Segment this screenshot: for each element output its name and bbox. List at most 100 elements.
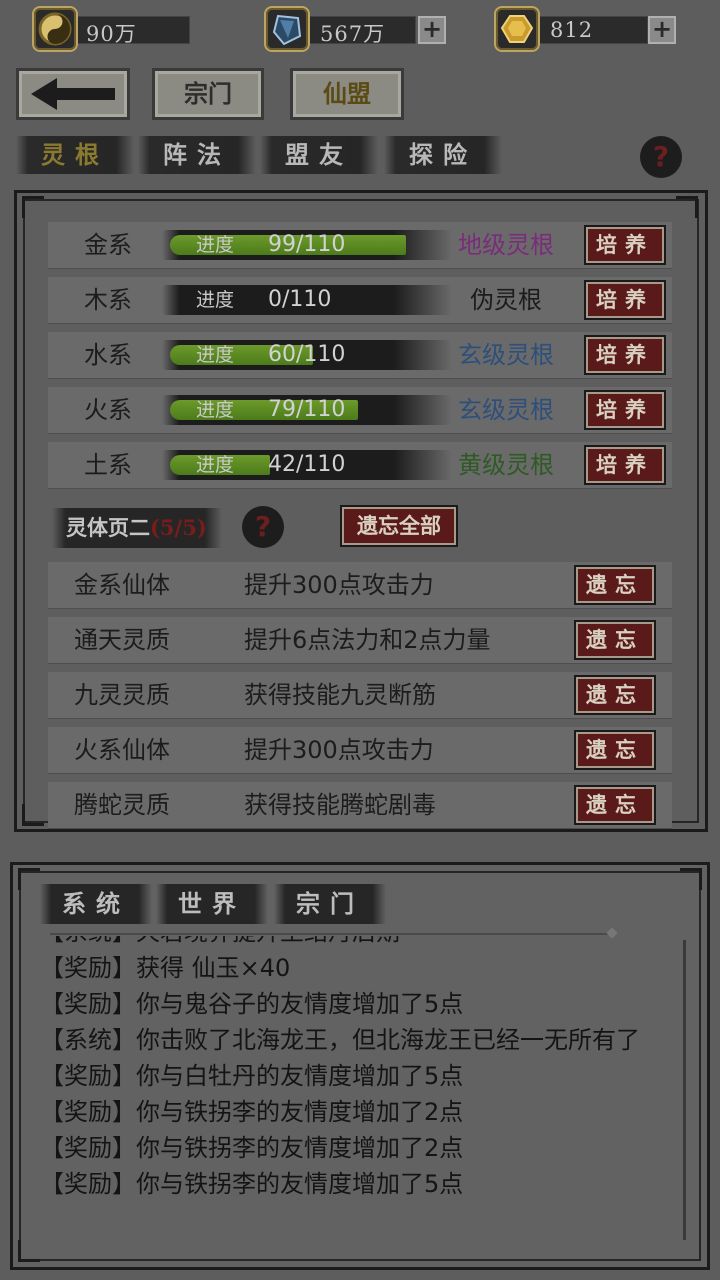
root-name: 木系	[84, 286, 132, 314]
chat-line: 【奖励】你与铁拐李的友情度增加了5点	[40, 1170, 464, 1198]
crystal-value: 567万	[320, 22, 386, 46]
root-grade: 黄级灵根	[458, 451, 554, 479]
root-name: 金系	[84, 231, 132, 259]
forget-button[interactable]: 遗忘	[574, 675, 656, 715]
trait-name: 火系仙体	[74, 736, 170, 764]
root-progress-label: 进度	[196, 289, 235, 311]
trait-name: 腾蛇灵质	[74, 791, 170, 819]
root-progress-value: 42/110	[268, 452, 346, 477]
chat-tab-sect[interactable]: 宗门	[274, 884, 386, 924]
root-progress-bar: 进度 60/110	[162, 340, 452, 370]
trait-description: 提升6点法力和2点力量	[244, 626, 491, 654]
root-progress-label: 进度	[196, 399, 235, 421]
chat-line: 【奖励】你与白牡丹的友情度增加了5点	[40, 1062, 464, 1090]
chat-log[interactable]: 【系统】天君境界提升至结丹后期 【奖励】获得 仙玉×40 【奖励】你与鬼谷子的友…	[40, 936, 660, 1246]
cultivate-button[interactable]: 培养	[584, 335, 666, 375]
coin-value: 90万	[86, 22, 137, 46]
section-count: (5/5)	[150, 515, 207, 540]
chat-corner	[18, 1240, 40, 1262]
chat-tab-world[interactable]: 世界	[156, 884, 268, 924]
trait-description: 获得技能腾蛇剧毒	[244, 791, 436, 819]
cultivate-button[interactable]: 培养	[584, 390, 666, 430]
root-progress-value: 0/110	[268, 287, 332, 312]
resource-bar: 90万 567万 + 812 +	[0, 0, 720, 62]
cultivate-button[interactable]: 培养	[584, 280, 666, 320]
root-grade: 地级灵根	[458, 231, 554, 259]
root-progress-bar: 进度 99/110	[162, 230, 452, 260]
back-arrow-icon	[31, 78, 115, 110]
section-title-text: 灵体页二	[66, 515, 150, 540]
root-name: 土系	[84, 451, 132, 479]
cultivate-button[interactable]: 培养	[584, 445, 666, 485]
forget-button[interactable]: 遗忘	[574, 785, 656, 825]
tab-explore[interactable]: 探险	[384, 136, 502, 174]
panel-corner	[676, 196, 698, 218]
root-name: 火系	[84, 396, 132, 424]
panel-corner	[22, 804, 44, 826]
spirit-body-row: 通天灵质 提升6点法力和2点力量 遗忘	[48, 617, 672, 663]
spirit-body-section-title: 灵体页二(5/5)	[52, 508, 222, 548]
spirit-body-row: 九灵灵质 获得技能九灵断筋 遗忘	[48, 672, 672, 718]
root-progress-value: 60/110	[268, 342, 346, 367]
forget-button[interactable]: 遗忘	[574, 565, 656, 605]
gold-jade-icon	[494, 6, 540, 52]
root-progress-bar: 进度 42/110	[162, 450, 452, 480]
root-progress-label: 进度	[196, 234, 235, 256]
root-progress-value: 79/110	[268, 397, 346, 422]
root-progress-value: 99/110	[268, 232, 346, 257]
resource-crystal: 567万 +	[264, 6, 448, 52]
trait-name: 通天灵质	[74, 626, 170, 654]
spirit-root-row: 金系 进度 99/110 地级灵根 培养	[48, 222, 672, 268]
tab-allies[interactable]: 盟友	[260, 136, 378, 174]
forget-button[interactable]: 遗忘	[574, 620, 656, 660]
root-grade: 伪灵根	[470, 286, 542, 314]
root-grade: 玄级灵根	[458, 341, 554, 369]
yin-yang-coin-icon	[32, 6, 78, 52]
section-help-icon[interactable]: ?	[242, 506, 284, 548]
add-crystal-button[interactable]: +	[418, 16, 446, 44]
chat-scrollbar[interactable]	[683, 940, 686, 1240]
spirit-root-row: 木系 进度 0/110 伪灵根 培养	[48, 277, 672, 323]
tabs-help-icon[interactable]: ?	[640, 136, 682, 178]
chat-line: 【奖励】你与鬼谷子的友情度增加了5点	[40, 990, 464, 1018]
spirit-body-row: 火系仙体 提升300点攻击力 遗忘	[48, 727, 672, 773]
add-gold-button[interactable]: +	[648, 16, 676, 44]
chat-line: 【奖励】你与铁拐李的友情度增加了2点	[40, 1134, 464, 1162]
panel-corner	[22, 196, 44, 218]
cultivate-button[interactable]: 培养	[584, 225, 666, 265]
root-progress-bar: 进度 79/110	[162, 395, 452, 425]
spirit-root-row: 火系 进度 79/110 玄级灵根 培养	[48, 387, 672, 433]
forget-button[interactable]: 遗忘	[574, 730, 656, 770]
sect-button[interactable]: 宗门	[152, 68, 264, 120]
chat-corner	[18, 868, 40, 890]
resource-gold: 812 +	[494, 6, 678, 52]
trait-name: 九灵灵质	[74, 681, 170, 709]
chat-line: 【奖励】你与铁拐李的友情度增加了2点	[40, 1098, 464, 1126]
gold-value: 812	[550, 18, 594, 42]
alliance-button[interactable]: 仙盟	[290, 68, 404, 120]
back-button[interactable]	[16, 68, 130, 120]
spirit-root-row: 水系 进度 60/110 玄级灵根 培养	[48, 332, 672, 378]
forget-all-button[interactable]: 遗忘全部	[340, 505, 458, 547]
chat-line: 【奖励】获得 仙玉×40	[40, 954, 291, 982]
chat-tab-system[interactable]: 系统	[40, 884, 152, 924]
chat-line: 【系统】天君境界提升至结丹后期	[40, 936, 660, 950]
spirit-root-row: 土系 进度 42/110 黄级灵根 培养	[48, 442, 672, 488]
root-progress-label: 进度	[196, 454, 235, 476]
trait-description: 提升300点攻击力	[244, 736, 434, 764]
chat-divider	[50, 933, 610, 935]
chat-line: 【系统】你击败了北海龙王，但北海龙王已经一无所有了	[40, 1026, 640, 1054]
root-grade: 玄级灵根	[458, 396, 554, 424]
spirit-body-row: 金系仙体 提升300点攻击力 遗忘	[48, 562, 672, 608]
root-progress-label: 进度	[196, 344, 235, 366]
blue-crystal-icon	[264, 6, 310, 52]
resource-coin: 90万	[32, 6, 192, 52]
trait-description: 提升300点攻击力	[244, 571, 434, 599]
spirit-body-row: 腾蛇灵质 获得技能腾蛇剧毒 遗忘	[48, 782, 672, 828]
tab-formation[interactable]: 阵法	[138, 136, 256, 174]
chat-corner	[680, 868, 702, 890]
trait-name: 金系仙体	[74, 571, 170, 599]
trait-description: 获得技能九灵断筋	[244, 681, 436, 709]
tab-spirit-root[interactable]: 灵根	[16, 136, 134, 174]
root-progress-bar: 进度 0/110	[162, 285, 452, 315]
